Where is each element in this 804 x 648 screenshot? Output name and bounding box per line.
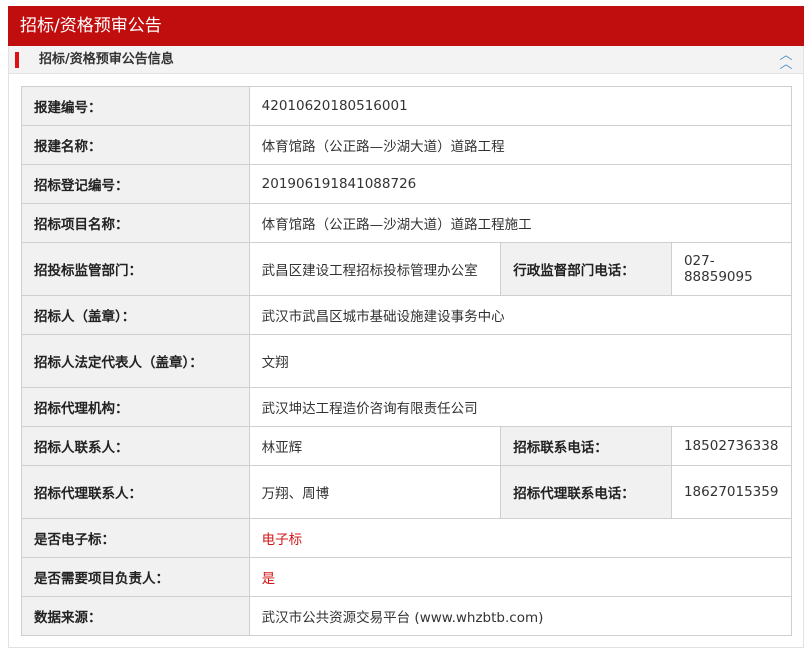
page-title: 招标/资格预审公告 [8,6,804,46]
section-marker [15,52,19,68]
project-no-label: 报建编号： [21,86,250,126]
table-row: 报建名称： 体育馆路（公正路—沙湖大道）道路工程 [21,125,793,165]
table-row: 招标人法定代表人（盖章）： 文翔 [21,334,793,388]
project-name-value: 体育馆路（公正路—沙湖大道）道路工程 [248,125,793,165]
tender-phone-value: 18502736338 [670,426,793,466]
tender-project-name-label: 招标项目名称： [21,203,250,243]
electronic-value: 电子标 [248,518,793,558]
tenderer-value: 武汉市武昌区城市基础设施建设事务中心 [248,295,793,335]
info-panel: 招标/资格预审公告信息 ︿ ︿ 报建编号： 42010620180516001 报… [8,46,804,648]
admin-phone-label: 行政监督部门电话： [500,242,672,296]
agency-label: 招标代理机构： [21,387,250,427]
supervision-dept-value: 武昌区建设工程招标投标管理办公室 [248,242,502,296]
table-row: 招标人（盖章）： 武汉市武昌区城市基础设施建设事务中心 [21,295,793,335]
need-manager-label: 是否需要项目负责人： [21,557,250,597]
agency-phone-value: 18627015359 [670,465,793,519]
table-row: 招标项目名称： 体育馆路（公正路—沙湖大道）道路工程施工 [21,203,793,243]
tenderer-label: 招标人（盖章）： [21,295,250,335]
electronic-label: 是否电子标： [21,518,250,558]
agency-phone-label: 招标代理联系电话： [500,465,672,519]
tenderer-contact-label: 招标人联系人： [21,426,250,466]
project-no-value: 42010620180516001 [248,86,793,126]
tender-phone-label: 招标联系电话： [500,426,672,466]
agency-contact-label: 招标代理联系人： [21,465,250,519]
source-value: 武汉市公共资源交易平台 (www.whzbtb.com) [248,596,793,636]
double-chevron-up-icon[interactable]: ︿ ︿ [779,49,793,71]
agency-value: 武汉坤达工程造价咨询有限责任公司 [248,387,793,427]
legal-rep-value: 文翔 [248,334,793,388]
table-row: 招标人联系人： 林亚辉 招标联系电话： 18502736338 [21,426,793,466]
supervision-dept-label: 招投标监管部门： [21,242,250,296]
project-name-label: 报建名称： [21,125,250,165]
tender-reg-no-label: 招标登记编号： [21,164,250,204]
table-row: 招标代理机构： 武汉坤达工程造价咨询有限责任公司 [21,387,793,427]
tenderer-contact-value: 林亚辉 [248,426,502,466]
legal-rep-label: 招标人法定代表人（盖章）： [21,334,250,388]
info-table: 报建编号： 42010620180516001 报建名称： 体育馆路（公正路—沙… [21,86,793,636]
table-row: 是否电子标： 电子标 [21,518,793,558]
table-row: 数据来源： 武汉市公共资源交易平台 (www.whzbtb.com) [21,596,793,636]
table-row: 招标登记编号： 201906191841088726 [21,164,793,204]
section-title: 招标/资格预审公告信息 [39,52,174,67]
table-row: 报建编号： 42010620180516001 [21,86,793,126]
admin-phone-value: 027-88859095 [670,242,793,296]
section-header: 招标/资格预审公告信息 ︿ ︿ [9,46,803,74]
tender-project-name-value: 体育馆路（公正路—沙湖大道）道路工程施工 [248,203,793,243]
table-row: 招投标监管部门： 武昌区建设工程招标投标管理办公室 行政监督部门电话： 027-… [21,242,793,296]
source-label: 数据来源： [21,596,250,636]
table-row: 招标代理联系人： 万翔、周博 招标代理联系电话： 18627015359 [21,465,793,519]
tender-reg-no-value: 201906191841088726 [248,164,793,204]
need-manager-value: 是 [248,557,793,597]
table-row: 是否需要项目负责人： 是 [21,557,793,597]
agency-contact-value: 万翔、周博 [248,465,502,519]
